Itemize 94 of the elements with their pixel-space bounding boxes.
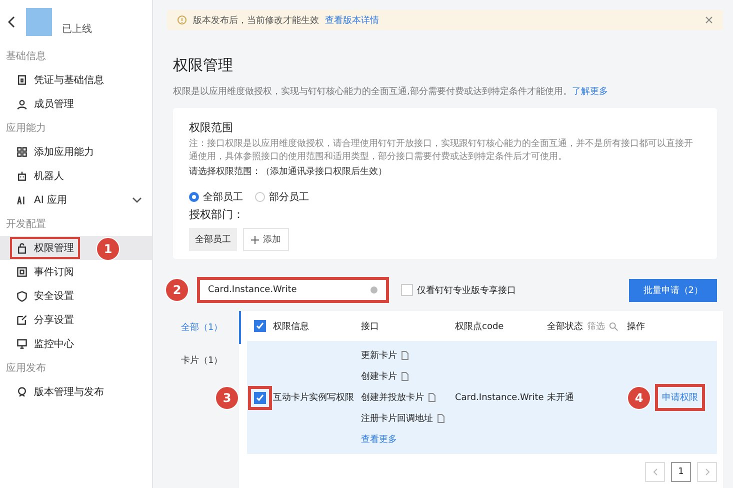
- radio-button[interactable]: [255, 192, 265, 202]
- category-tab[interactable]: 卡片（1）: [167, 344, 241, 377]
- menu-item-icon: [16, 314, 28, 326]
- batch-apply-button[interactable]: 批量申请（2）: [629, 278, 717, 302]
- api-name: 注册卡片回调地址: [361, 412, 433, 425]
- previous-page-button[interactable]: [645, 462, 665, 482]
- close-icon[interactable]: [705, 16, 713, 24]
- sidebar-item[interactable]: 分享设置: [0, 308, 152, 332]
- chevron-left-icon: [652, 468, 658, 476]
- view-more-link[interactable]: 查看更多: [361, 433, 455, 446]
- description-text: 权限是以应用维度做授权，实现与钉钉核心能力的全面互通,部分需要付费或达到特定条件才能使用。: [173, 87, 572, 97]
- sidebar-item[interactable]: AI 应用: [0, 188, 152, 212]
- select-all-checkbox[interactable]: [254, 320, 266, 332]
- api-name: 创建卡片: [361, 370, 397, 383]
- sidebar-item-label: 事件订阅: [10, 261, 80, 283]
- document-icon[interactable]: [401, 372, 409, 381]
- menu-item-icon: [16, 290, 28, 302]
- sidebar-item-label: 监控中心: [10, 333, 80, 355]
- learn-more-link[interactable]: 了解更多: [572, 87, 608, 97]
- sidebar-item-label: 权限管理: [10, 237, 80, 259]
- sidebar-item-label: 成员管理: [10, 93, 80, 115]
- notice-text: 版本发布后，当前修改才能生效: [193, 14, 319, 26]
- sidebar-item-label: 添加应用能力: [10, 141, 100, 163]
- checkbox[interactable]: [401, 284, 413, 296]
- radio-option[interactable]: 部分员工: [255, 190, 309, 204]
- apply-permission-link[interactable]: 申请权限: [655, 384, 705, 411]
- sidebar-item-label: 版本管理与发布: [10, 381, 110, 403]
- sidebar-item[interactable]: 版本管理与发布: [0, 380, 152, 404]
- field-label: 授权部门：: [189, 207, 245, 222]
- step-badge: 3: [215, 386, 239, 410]
- sidebar-item[interactable]: 权限管理 1: [0, 236, 152, 260]
- app-logo: [26, 8, 52, 36]
- sidebar-item-label: AI 应用: [10, 189, 73, 211]
- next-page-button[interactable]: [697, 462, 717, 482]
- step-badge: 4: [627, 386, 651, 410]
- menu-item-icon: [16, 338, 28, 350]
- version-details-link[interactable]: 查看版本详情: [325, 14, 379, 26]
- card-title: 权限范围: [189, 120, 234, 135]
- back-icon[interactable]: [8, 16, 16, 28]
- sidebar-item[interactable]: 凭证与基础信息: [0, 68, 152, 92]
- sidebar-item[interactable]: 事件订阅: [0, 260, 152, 284]
- column-header: 全部状态: [547, 320, 583, 332]
- note-text: 注：接口权限是以应用维度做授权，请合理使用钉钉开放接口，实现跟钉钉核心能力的全面互通，并不是所有接口都可以直接开通使用，具体参照接口的使用范围和适用类型，部分接口需要付费或达到特定条件后才可使用。: [189, 138, 694, 164]
- clear-icon[interactable]: [370, 286, 378, 294]
- document-icon[interactable]: [437, 414, 445, 423]
- row-checkbox[interactable]: [254, 392, 266, 404]
- menu-item-icon: [16, 146, 28, 158]
- chevron-right-icon: [704, 468, 710, 476]
- column-header: 接口: [361, 322, 379, 332]
- step-badge: 1: [96, 237, 120, 261]
- sidebar-item[interactable]: 成员管理: [0, 92, 152, 116]
- sidebar-item-label: 凭证与基础信息: [10, 69, 110, 91]
- filter-checkbox-option[interactable]: 仅看钉钉专业版专享接口: [401, 284, 516, 296]
- sidebar-item[interactable]: 安全设置: [0, 284, 152, 308]
- menu-item-icon: [16, 98, 28, 110]
- sidebar-item[interactable]: 监控中心: [0, 332, 152, 356]
- sidebar-section-title: 基础信息: [5, 50, 47, 64]
- menu-item-icon: [16, 386, 28, 398]
- search-icon[interactable]: [609, 322, 618, 330]
- department-tag: 全部员工: [189, 228, 237, 251]
- sidebar-item-label: 机器人: [10, 165, 70, 187]
- menu-item-icon: [16, 74, 28, 86]
- menu-item-icon: [16, 266, 28, 278]
- plus-icon: [251, 236, 259, 244]
- add-button[interactable]: 添加: [243, 228, 289, 251]
- api-name: 创建并投放卡片: [361, 392, 424, 404]
- step-badge: 2: [165, 278, 189, 302]
- column-header: 权限点code: [455, 322, 504, 332]
- column-header: 操作: [627, 320, 645, 332]
- prompt-text: 请选择权限范围：（添加通讯录接口权限后生效）: [189, 166, 388, 178]
- sidebar-item-label: 安全设置: [10, 285, 80, 307]
- radio-button[interactable]: [189, 192, 199, 202]
- table-cell-text: Card.Instance.Write: [455, 392, 545, 402]
- sidebar-item[interactable]: 添加应用能力: [0, 140, 152, 164]
- page-title: 权限管理: [173, 56, 234, 75]
- search-field[interactable]: Card.Instance.Write: [197, 277, 389, 303]
- sidebar-item[interactable]: 机器人: [0, 164, 152, 188]
- menu-item-icon: [16, 170, 28, 182]
- sidebar-section-title: 开发配置: [5, 218, 47, 232]
- app-status: 已上线: [62, 22, 92, 36]
- api-name: 更新卡片: [361, 350, 397, 362]
- radio-option[interactable]: 全部员工: [189, 190, 243, 204]
- table-cell-text: 互动卡片实例写权限: [273, 392, 355, 404]
- sidebar-section-title: 应用能力: [5, 122, 47, 136]
- info-icon: [177, 15, 187, 25]
- document-icon[interactable]: [401, 351, 409, 360]
- sidebar-section-title: 应用发布: [5, 362, 47, 376]
- menu-item-icon: [16, 242, 28, 254]
- column-header: 权限信息: [273, 322, 309, 332]
- document-icon[interactable]: [428, 393, 436, 402]
- chevron-down-icon[interactable]: [132, 197, 142, 203]
- sidebar-item-label: 分享设置: [10, 309, 80, 331]
- table-cell-text: 未开通: [547, 392, 575, 404]
- page-number-button[interactable]: 1: [671, 462, 691, 482]
